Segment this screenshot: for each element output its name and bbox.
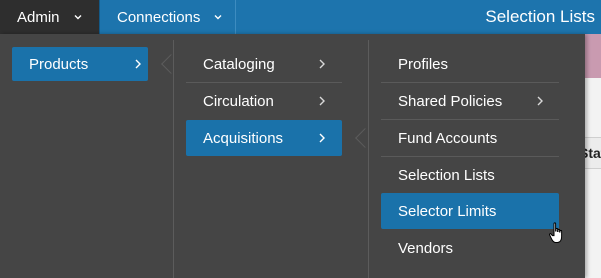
- menu-item-profiles[interactable]: Profiles: [381, 47, 559, 81]
- menu-separator: [186, 82, 342, 83]
- menu-item-shared-policies[interactable]: Shared Policies: [381, 84, 559, 118]
- menu-separator: [381, 119, 559, 120]
- menu-item-selection-lists[interactable]: Selection Lists: [381, 158, 559, 192]
- connections-menu-label: Connections: [117, 8, 201, 26]
- chevron-down-icon: [74, 15, 82, 20]
- hand-pointer-cursor-icon: [549, 222, 563, 243]
- menu-item-label: Cataloging: [203, 55, 275, 73]
- menu-item-label: Profiles: [398, 55, 449, 73]
- chevron-right-icon: [135, 59, 141, 69]
- menu-item-label: Selector Limits: [398, 202, 497, 220]
- menu-item-label: Shared Policies: [398, 92, 503, 110]
- menu-item-fund-accounts[interactable]: Fund Accounts: [381, 121, 559, 155]
- submenu-pointer: [161, 54, 181, 74]
- submenu-pointer: [355, 128, 375, 148]
- menu-item-label: Fund Accounts: [398, 129, 498, 147]
- admin-mega-menu: Products Cataloging Circulation Acquisit…: [0, 34, 585, 278]
- column-divider: [368, 40, 369, 278]
- page-title: Selection Lists: [485, 7, 595, 26]
- menu-item-products[interactable]: Products: [12, 47, 148, 81]
- menu-item-label: Acquisitions: [203, 129, 284, 147]
- menu-item-label: Circulation: [203, 92, 274, 110]
- admin-menu-label: Admin: [17, 8, 60, 26]
- connections-menu-button[interactable]: Connections: [99, 0, 236, 34]
- chevron-right-icon: [319, 59, 325, 69]
- column-divider: [173, 40, 174, 278]
- menu-item-selector-limits[interactable]: Selector Limits: [381, 193, 559, 229]
- chevron-right-icon: [319, 96, 325, 106]
- menu-item-label: Vendors: [398, 239, 454, 257]
- menu-item-acquisitions[interactable]: Acquisitions: [186, 120, 342, 156]
- menu-item-circulation[interactable]: Circulation: [186, 84, 342, 118]
- admin-menu-button[interactable]: Admin: [0, 0, 99, 34]
- chevron-down-icon: [214, 15, 222, 20]
- menu-separator: [381, 156, 559, 157]
- menu-separator: [381, 82, 559, 83]
- chevron-right-icon: [319, 133, 325, 143]
- chevron-right-icon: [537, 96, 543, 106]
- top-navigation-bar: Admin Connections Selection Lists: [0, 0, 601, 34]
- menu-item-label: Products: [29, 55, 89, 73]
- menu-item-label: Selection Lists: [398, 166, 495, 184]
- menu-item-cataloging[interactable]: Cataloging: [186, 47, 342, 81]
- menu-item-vendors[interactable]: Vendors: [381, 231, 559, 265]
